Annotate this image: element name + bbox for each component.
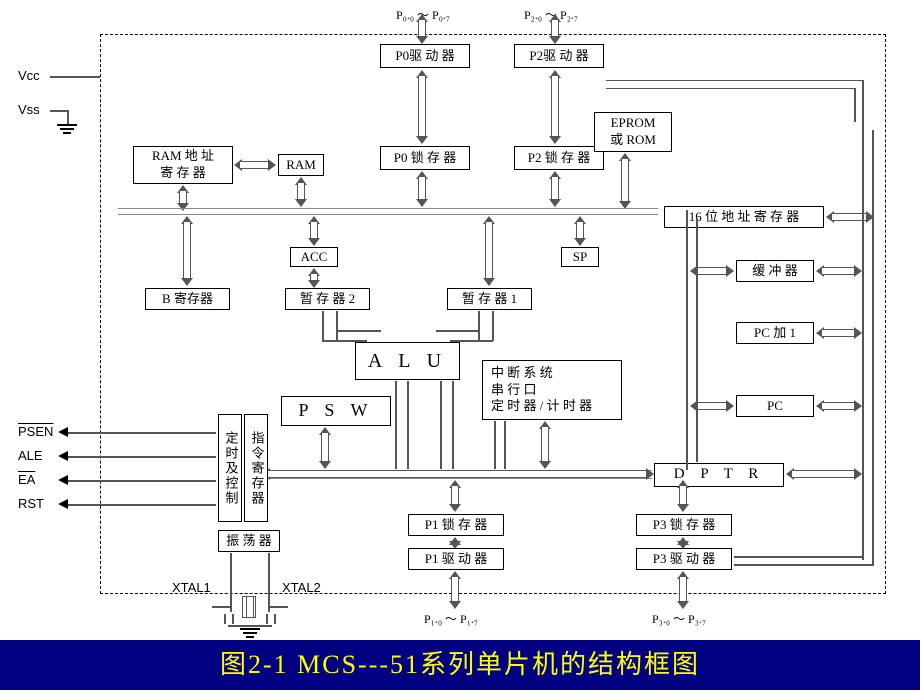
p1-drv-arrow: [448, 537, 462, 549]
ram-block: RAM: [278, 154, 324, 176]
tmp2-arrow: [307, 268, 321, 288]
buffer-block: 缓 冲 器: [736, 260, 814, 282]
figure-caption: 图2-1 MCS---51系列单片机的结构框图: [0, 640, 920, 690]
interrupt-system: 中 断 系 统 串 行 口 定 时 器 / 计 时 器: [482, 360, 622, 420]
p1-driver: P1 驱 动 器: [408, 548, 504, 570]
sp-block: SP: [561, 247, 599, 267]
pc-block: PC: [736, 395, 814, 417]
buf-right: [816, 264, 862, 278]
rst-arrow: [58, 499, 68, 509]
tmp1-block: 暂 存 器 1: [447, 288, 532, 310]
ram-to-bus: [294, 177, 308, 207]
xtal2-label: XTAL2: [282, 580, 321, 595]
p1-latch-arrow: [448, 480, 462, 512]
oscillator: 振 荡 器: [218, 530, 280, 552]
p2-arrow-top: [548, 14, 562, 44]
diagram-area: Vcc Vss P₀.₀ ～ P₀.₇ P₂.₀ ～ P₂.₇ P0驱 动 器 …: [0, 0, 920, 640]
ea-arrow: [58, 475, 68, 485]
timing-control: 定时及控制: [218, 414, 242, 522]
p3-latch-arrow: [676, 480, 690, 512]
bottom-bus: [262, 467, 654, 481]
alu-block: A L U: [355, 342, 460, 380]
dptr-right: [786, 467, 862, 481]
crystal-symbol: [242, 596, 256, 618]
addr16-right: [826, 210, 874, 224]
tmp1-arrow: [482, 216, 496, 286]
ram-addr-reg: RAM 地 址 寄 存 器: [133, 146, 233, 184]
p3-driver: P3 驱 动 器: [636, 548, 732, 570]
ale-arrow: [58, 451, 68, 461]
p3-latch: P3 锁 存 器: [636, 514, 732, 536]
rst-label: RST: [18, 496, 44, 511]
ramaddr-to-ram: [234, 158, 276, 172]
vcc-label: Vcc: [18, 68, 40, 83]
sp-arrow: [573, 216, 587, 246]
acc-arrow: [307, 216, 321, 246]
psen-arrow: [58, 427, 68, 437]
ale-label: ALE: [18, 448, 43, 463]
eprom-block: EPROM 或 ROM: [594, 112, 672, 152]
b-register: B 寄存器: [145, 288, 230, 310]
ea-label: EA: [18, 472, 35, 487]
p1-out-arrow: [448, 571, 462, 609]
p2-driver: P2驱 动 器: [514, 44, 604, 68]
p3-drv-arrow: [676, 537, 690, 549]
breg-arrow: [180, 216, 194, 286]
p1-range-label: P₁.₀ ～ P₁.₇: [424, 610, 478, 627]
p0-latch: P0 锁 存 器: [380, 146, 470, 170]
psw-block: P S W: [281, 396, 391, 426]
p3-out-arrow: [676, 571, 690, 609]
tmp2-block: 暂 存 器 2: [285, 288, 370, 310]
p2-latch: P2 锁 存 器: [514, 146, 604, 170]
instruction-register: 指令寄存器: [244, 414, 268, 522]
addr16-reg: 16 位 地 址 寄 存 器: [664, 206, 824, 228]
acc-block: ACC: [290, 247, 338, 267]
p0-latch-bus: [415, 171, 429, 207]
p1-latch: P1 锁 存 器: [408, 514, 504, 536]
pcinc-right: [816, 326, 862, 340]
pc-right: [816, 399, 862, 413]
eprom-to-bus: [618, 153, 632, 209]
psw-arrow: [318, 427, 332, 469]
pc-inc-block: PC 加 1: [736, 322, 814, 344]
p0-driver: P0驱 动 器: [380, 44, 470, 68]
p2-latch-bus: [548, 171, 562, 207]
p2-drv-latch: [548, 70, 562, 144]
p3-range-label: P₃.₀ ～ P₃.₇: [652, 610, 706, 627]
xtal1-label: XTAL1: [172, 580, 211, 595]
psen-label: PSEN: [18, 424, 53, 439]
dptr-block: D P T R: [654, 463, 784, 487]
p0-arrow-top: [415, 14, 429, 44]
vss-label: Vss: [18, 102, 40, 117]
intsys-arrow: [538, 421, 552, 469]
p0-drv-latch: [415, 70, 429, 144]
